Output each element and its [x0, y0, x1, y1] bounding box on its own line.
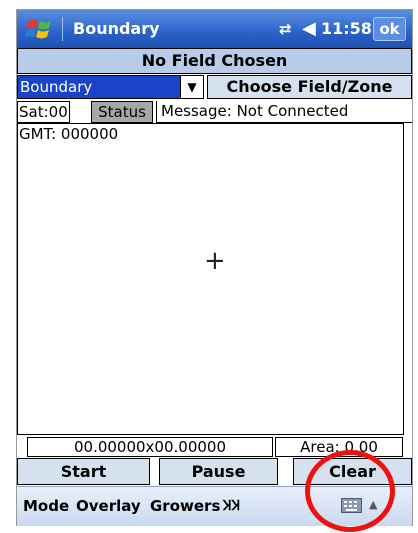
- app-window: Boundary ⇄ ◀ 11:58 ok No Field Chosen Bo…: [16, 9, 413, 526]
- menu-mode[interactable]: Mode: [23, 497, 69, 515]
- chevron-down-icon[interactable]: ▼: [180, 76, 203, 98]
- boundary-select-value: Boundary: [20, 78, 93, 96]
- crosshair-icon: +: [204, 246, 226, 276]
- status-row: Sat:00 Status Message: Not Connected: [17, 101, 412, 123]
- coordinate-readout: 00.00000x00.00000: [27, 437, 273, 457]
- status-button[interactable]: Status: [91, 101, 153, 123]
- network-icon[interactable]: ⇄: [279, 20, 292, 38]
- connection-message: Message: Not Connected: [156, 101, 412, 123]
- gmt-readout: GMT: 000000: [19, 125, 119, 143]
- start-button[interactable]: Start: [17, 458, 150, 485]
- choose-field-zone-button[interactable]: Choose Field/Zone: [207, 75, 412, 99]
- highlight-circle: [305, 450, 395, 532]
- windows-start-icon[interactable]: [25, 16, 55, 42]
- app-title: Boundary: [73, 19, 160, 38]
- titlebar-divider: [62, 17, 63, 41]
- satellite-count: Sat:00: [17, 101, 70, 123]
- menu-growers[interactable]: Growers: [150, 497, 220, 515]
- ok-button[interactable]: ok: [373, 17, 406, 41]
- boundary-select[interactable]: Boundary ▼: [17, 75, 204, 99]
- volume-icon[interactable]: ◀: [302, 18, 316, 39]
- clock-time[interactable]: 11:58: [321, 19, 372, 38]
- map-canvas[interactable]: GMT: 000000 +: [17, 123, 404, 435]
- pause-button[interactable]: Pause: [159, 458, 278, 485]
- field-banner: No Field Chosen: [17, 48, 412, 74]
- titlebar: Boundary ⇄ ◀ 11:58 ok: [17, 10, 412, 48]
- tool-menu-icon[interactable]: ꞰꞰ: [223, 496, 240, 515]
- menu-overlay[interactable]: Overlay: [76, 497, 141, 515]
